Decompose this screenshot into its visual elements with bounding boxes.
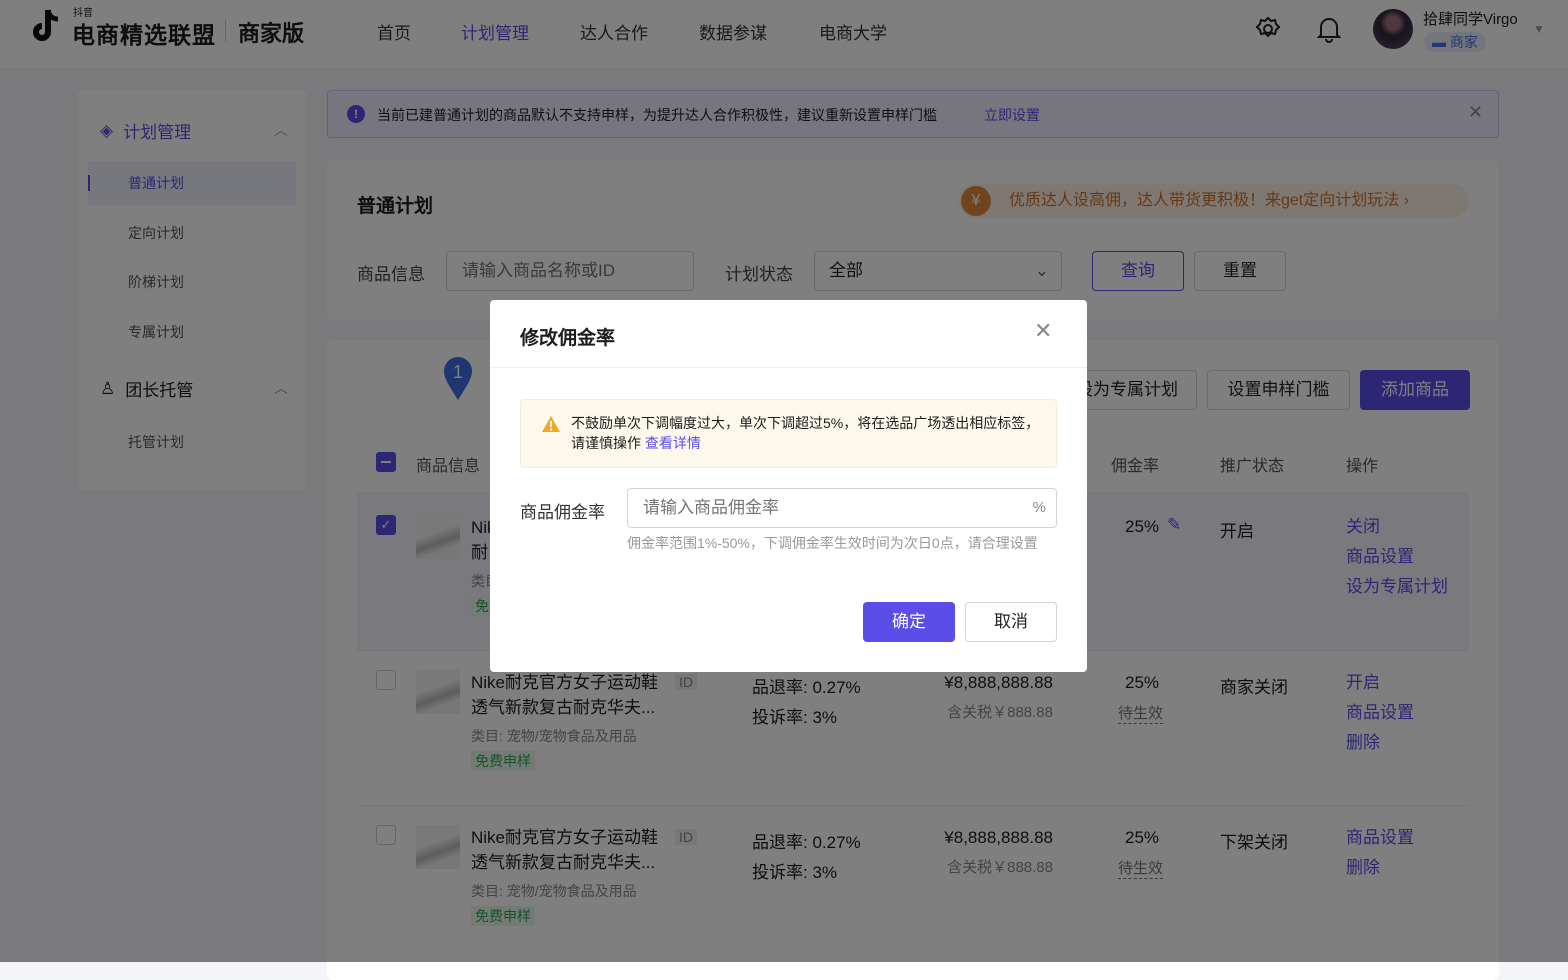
commission-rate-input[interactable]: [628, 489, 1008, 527]
commission-field-label: 商品佣金率: [520, 503, 605, 522]
commission-input-wrapper: %: [627, 488, 1057, 528]
view-details-link[interactable]: 查看详情: [645, 435, 701, 451]
modal-divider: [490, 367, 1087, 368]
percent-suffix: %: [1032, 499, 1046, 516]
warning-icon: [542, 416, 560, 432]
edit-commission-modal: 修改佣金率 ✕ 不鼓励单次下调幅度过大，单次下调超过5%，将在选品广场透出相应标…: [490, 300, 1087, 672]
modal-title: 修改佣金率: [520, 328, 616, 349]
commission-hint: 佣金率范围1%-50%，下调佣金率生效时间为次日0点，请合理设置: [627, 535, 1038, 551]
warning-box: 不鼓励单次下调幅度过大，单次下调超过5%，将在选品广场透出相应标签，请谨慎操作 …: [520, 399, 1057, 468]
warning-text: 不鼓励单次下调幅度过大，单次下调超过5%，将在选品广场透出相应标签，请谨慎操作: [571, 415, 1040, 451]
cancel-button[interactable]: 取消: [965, 602, 1057, 642]
close-icon[interactable]: ✕: [1034, 318, 1052, 344]
confirm-button[interactable]: 确定: [863, 602, 955, 642]
